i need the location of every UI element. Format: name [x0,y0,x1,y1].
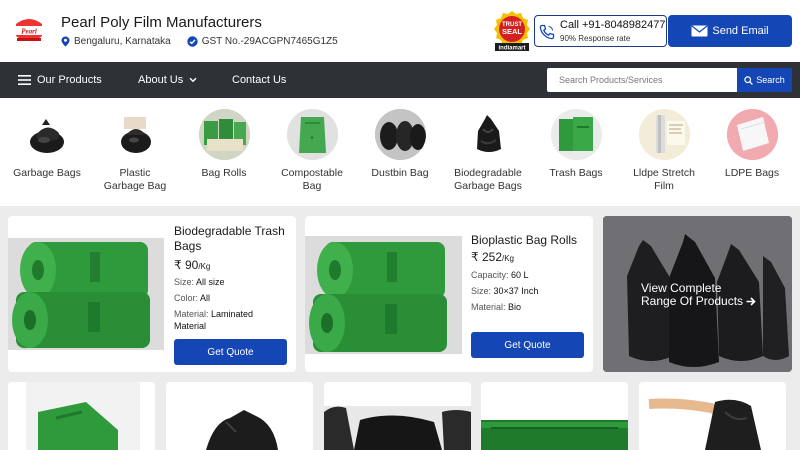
category-compostable-bag[interactable]: ● Compostable Bag [270,109,354,193]
get-quote-button[interactable]: Get Quote [174,339,287,365]
category-ldpe-bags[interactable]: LDPE Bags [710,109,794,180]
svg-text:Pearl: Pearl [21,28,37,36]
nav-label: Our Products [37,74,102,86]
category-image [109,109,161,160]
category-bag-rolls[interactable]: Bag Rolls [182,109,266,180]
category-label: Plastic [119,167,151,179]
product-attr-size: Size: All size [174,277,225,287]
category-lldpe-stretch-film[interactable]: Lldpe Stretch Film [622,109,706,193]
product-card: Bioplastic Bag Rolls ₹ 252/Kg Capacity: … [305,216,593,372]
product-card-thumbnail[interactable] [8,382,155,450]
product-card-thumbnail[interactable] [324,382,471,450]
category-label: Biodegradable [454,167,522,179]
product-title[interactable]: Biodegradable Trash Bags [174,224,285,254]
company-name[interactable]: Pearl Poly Film Manufacturers [61,14,262,31]
category-image [726,109,778,160]
category-garbage-bags[interactable]: Garbage Bags [5,109,89,180]
product-card-thumbnail[interactable] [166,382,313,450]
view-complete-range-card[interactable]: View Complete Range Of Products [603,216,792,372]
product-price: ₹ 90/Kg [174,258,211,272]
search-button-label: Search [756,75,785,85]
search-input[interactable] [547,68,737,92]
nav-label: Contact Us [232,74,287,86]
product-attr-capacity: Capacity: 60 L [471,270,529,280]
hamburger-icon [18,75,31,85]
product-attr-color: Color: All [174,293,211,303]
svg-text:●: ● [310,135,313,141]
response-rate: 90% Response rate [560,34,631,43]
site-header: Pearl Pearl Poly Film Manufacturers Beng… [0,0,800,62]
category-strip: Garbage Bags Plastic Garbage Bag Bag Roll… [0,98,800,206]
nav-about-us[interactable]: About Us [138,62,197,98]
category-image [21,109,73,160]
category-plastic-garbage-bag[interactable]: Plastic Garbage Bag [93,109,177,193]
category-label: Trash Bags [549,167,603,179]
category-label: Compostable [281,167,343,179]
location-text: Bengaluru, Karnataka [74,36,171,47]
product-attr-material: Material: Bio [471,302,522,312]
category-label-line2: Garbage Bags [454,180,522,192]
category-label: Bag Rolls [201,167,247,179]
search-button[interactable]: Search [737,68,792,92]
category-image [638,109,690,160]
category-label: LDPE Bags [724,167,780,179]
category-label-line2: Film [654,180,674,192]
category-image [374,109,426,160]
get-quote-button[interactable]: Get Quote [471,332,584,358]
product-card-thumbnail[interactable] [639,382,786,450]
nav-contact-us[interactable]: Contact Us [232,62,286,98]
envelope-icon [691,25,708,37]
range-label: View Complete Range Of Products [641,282,757,308]
product-price: ₹ 252/Kg [471,250,515,264]
trust-seal-badge[interactable]: TRUST SEAL indiamart [493,10,531,52]
company-subline: Bengaluru, Karnataka GST No.-29ACGPN7465… [61,36,338,47]
category-label: Dustbin Bag [371,167,429,179]
chevron-down-icon [189,77,197,83]
category-trash-bags[interactable]: Trash Bags [534,109,618,180]
location-pin-icon [61,36,70,47]
main-navbar: Our Products About Us Contact Us Search [0,62,800,98]
category-image: ● [286,109,338,160]
category-label: Lldpe Stretch [633,167,695,179]
verified-badge-icon [187,36,198,47]
call-number: Call +91-8048982477 [560,19,666,31]
send-email-label: Send Email [712,25,769,37]
call-button[interactable]: Call +91-8048982477 90% Response rate [534,15,667,47]
product-card: Biodegradable Trash Bags ₹ 90/Kg Size: Al… [8,216,296,372]
phone-icon [539,24,555,40]
category-label: Garbage Bags [13,167,81,179]
search-icon [744,75,754,85]
product-title[interactable]: Bioplastic Bag Rolls [471,233,577,248]
gst-number: GST No.-29ACGPN7465G1Z5 [201,36,338,47]
product-attr-size: Size: 30×37 Inch [471,286,539,296]
product-image[interactable] [8,238,164,350]
send-email-button[interactable]: Send Email [668,15,792,47]
product-image[interactable] [305,236,462,354]
category-image [550,109,602,160]
nav-label: About Us [138,74,184,86]
category-dustbin-bag[interactable]: Dustbin Bag [358,109,442,180]
arrow-right-icon [746,297,757,306]
nav-our-products[interactable]: Our Products [18,62,102,98]
category-image [462,109,514,160]
company-logo[interactable]: Pearl [12,16,46,44]
product-card-thumbnail[interactable] [481,382,628,450]
svg-text:indiamart: indiamart [498,46,525,52]
category-biodegradable-garbage-bags[interactable]: Biodegradable Garbage Bags [446,109,530,193]
svg-text:SEAL: SEAL [502,27,522,36]
category-image [198,109,250,160]
category-label-line2: Garbage Bag [103,180,167,192]
product-attr-material: Material: Laminated Material [174,309,254,331]
category-label-line2: Bag [302,180,322,192]
